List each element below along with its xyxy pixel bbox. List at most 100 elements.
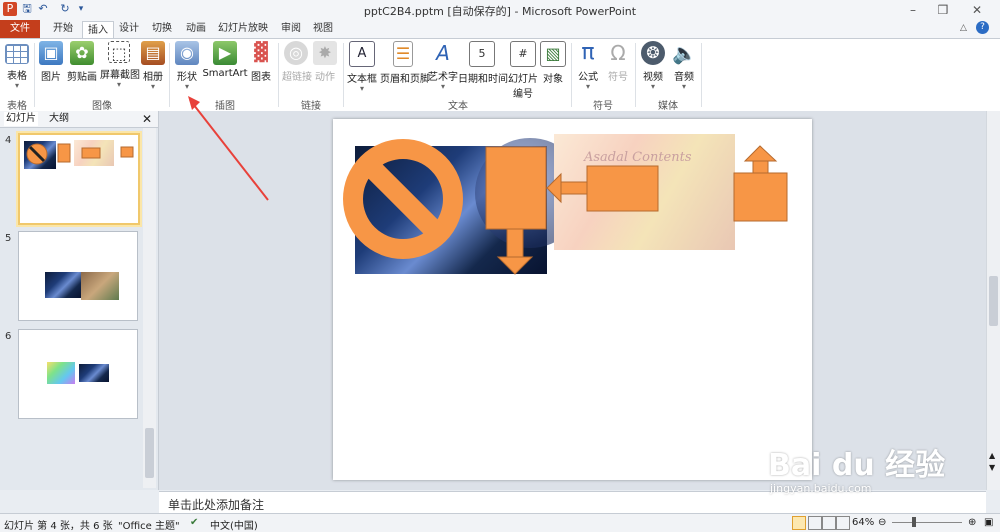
dropdown-arrow-icon: ▾ <box>116 80 121 89</box>
zoom-slider-thumb[interactable] <box>912 517 916 527</box>
screenshot-label: 屏幕截图 <box>100 70 140 81</box>
tab-home[interactable]: 开始 <box>46 20 80 38</box>
zoom-slider[interactable] <box>892 522 962 523</box>
tab-outline[interactable]: 大纲 <box>46 112 72 126</box>
slide-thumbnail-4[interactable] <box>18 133 140 225</box>
object-button[interactable]: ▧ 对象 <box>540 41 566 96</box>
down-arrow-callout-shape[interactable] <box>485 146 547 275</box>
normal-view-icon[interactable] <box>792 516 806 530</box>
tab-design[interactable]: 设计 <box>116 20 142 38</box>
dropdown-arrow-icon: ▾ <box>14 81 19 90</box>
video-button[interactable]: ❂ 视频 ▾ <box>638 41 668 96</box>
fit-to-window-icon[interactable]: ▣ <box>984 517 993 528</box>
slide-thumbnail-5[interactable] <box>18 231 138 321</box>
wordart-button[interactable]: A 艺术字 ▾ <box>428 41 458 96</box>
slide-number: 5 <box>5 233 12 244</box>
no-symbol-shape[interactable] <box>343 139 463 259</box>
screenshot-button[interactable]: ⬚ 屏幕截图 ▾ <box>100 41 140 96</box>
header-footer-icon: ☰ <box>393 41 413 67</box>
tab-view[interactable]: 视图 <box>310 20 336 38</box>
textbox-icon: A <box>349 41 375 67</box>
group-label-media: 媒体 <box>658 101 678 112</box>
next-slide-icon[interactable]: ▼ <box>989 463 995 472</box>
dropdown-arrow-icon: ▾ <box>681 82 686 91</box>
pane-scrollbar[interactable] <box>143 128 156 488</box>
dropdown-arrow-icon: ▾ <box>359 84 364 93</box>
slide-number-icon: # <box>510 41 536 67</box>
tab-file[interactable]: 文件 <box>0 20 40 38</box>
current-slide[interactable]: Asadal Contents <box>333 119 812 480</box>
thumb-gradient-image <box>47 362 75 384</box>
tab-slideshow[interactable]: 幻灯片放映 <box>216 20 270 38</box>
photo-album-button[interactable]: ▤ 相册 ▾ <box>140 41 166 96</box>
tab-slides[interactable]: 幻灯片 <box>4 112 38 126</box>
thumb-space-image <box>45 272 81 298</box>
status-bar: 幻灯片 第 4 张，共 6 张 "Office 主题" ✔ 中文(中国) 64%… <box>0 513 1000 532</box>
wordart-label: 艺术字 <box>428 72 458 83</box>
object-icon: ▧ <box>540 41 566 67</box>
symbol-button[interactable]: Ω 符号 <box>604 41 632 96</box>
action-button[interactable]: ✸ 动作 <box>312 41 338 96</box>
group-separator <box>343 43 344 107</box>
audio-button[interactable]: 🔈 音频 ▾ <box>670 41 698 96</box>
scrollbar-thumb[interactable] <box>989 276 998 326</box>
clipart-label: 剪贴画 <box>67 72 97 83</box>
wordart-icon: A <box>431 41 455 65</box>
slideshow-view-icon[interactable] <box>836 516 850 530</box>
slide-thumbnail-6[interactable] <box>18 329 138 419</box>
notes-placeholder[interactable]: 单击此处添加备注 <box>168 496 264 513</box>
clipart-button[interactable]: ✿ 剪贴画 <box>66 41 98 96</box>
table-button[interactable]: 表格 ▾ <box>2 41 32 96</box>
tab-transitions[interactable]: 切换 <box>148 20 176 38</box>
shapes-button[interactable]: ◉ 形状 ▾ <box>174 41 200 96</box>
zoom-out-icon[interactable]: ⊖ <box>878 517 886 528</box>
zoom-in-icon[interactable]: ⊕ <box>968 517 976 528</box>
collapse-ribbon-icon[interactable]: △ <box>960 23 967 33</box>
pi-icon: π <box>576 41 600 65</box>
restore-button[interactable]: ❒ <box>928 0 958 20</box>
previous-slide-icon[interactable]: ▲ <box>989 451 995 460</box>
help-icon[interactable]: ? <box>976 21 989 34</box>
clipart-icon: ✿ <box>70 41 94 65</box>
textbox-label: 文本框 <box>347 74 377 85</box>
textbox-button[interactable]: A 文本框 ▾ <box>346 41 378 96</box>
theme-status[interactable]: "Office 主题" <box>118 517 180 532</box>
slide-number: 6 <box>5 331 12 342</box>
group-label-links: 链接 <box>301 101 321 112</box>
tab-animations[interactable]: 动画 <box>182 20 210 38</box>
smartart-button[interactable]: ▶ SmartArt <box>202 41 248 96</box>
globe-icon: ◎ <box>284 41 308 65</box>
speaker-icon: 🔈 <box>672 41 697 65</box>
chart-button[interactable]: ▓ 图表 <box>248 41 274 96</box>
equation-label: 公式 <box>578 72 598 83</box>
tab-review[interactable]: 审阅 <box>278 20 304 38</box>
table-icon <box>5 44 29 64</box>
header-footer-button[interactable]: ☰ 页眉和页脚 <box>380 41 430 96</box>
window-title: pptC2B4.pptm [自动保存的] - Microsoft PowerPo… <box>363 5 637 18</box>
close-button[interactable]: ✕ <box>962 0 992 20</box>
minimize-button[interactable]: – <box>898 0 928 20</box>
hyperlink-button[interactable]: ◎ 超链接 <box>282 41 312 96</box>
slide-number-button[interactable]: # 幻灯片 编号 <box>508 41 538 100</box>
reading-view-icon[interactable] <box>822 516 836 530</box>
table-label: 表格 <box>7 71 27 82</box>
picture-label: 图片 <box>41 72 61 83</box>
picture-button[interactable]: ▣ 图片 <box>38 41 64 96</box>
left-arrow-callout-shape[interactable] <box>546 165 659 212</box>
dropdown-arrow-icon: ▾ <box>650 82 655 91</box>
spell-check-icon[interactable]: ✔ <box>190 517 198 528</box>
smartart-label: SmartArt <box>202 68 248 79</box>
slide-sorter-view-icon[interactable] <box>808 516 822 530</box>
close-pane-icon[interactable]: ✕ <box>142 112 154 126</box>
language-status[interactable]: 中文(中国) <box>210 517 258 532</box>
datetime-button[interactable]: 5 日期和时间 <box>458 41 508 96</box>
editor-scrollbar[interactable]: ▲ ▼ <box>986 111 1000 490</box>
zoom-level[interactable]: 64% <box>852 517 874 528</box>
slides-pane: 幻灯片 大纲 ✕ 4 5 6 <box>0 111 159 490</box>
up-arrow-callout-shape[interactable] <box>733 145 788 222</box>
equation-button[interactable]: π 公式 ▾ <box>574 41 602 96</box>
scrollbar-thumb[interactable] <box>145 428 154 478</box>
baidu-watermark: Bai du 经验 <box>768 448 946 483</box>
photo-album-icon: ▤ <box>141 41 165 65</box>
album-label: 相册 <box>143 72 163 83</box>
